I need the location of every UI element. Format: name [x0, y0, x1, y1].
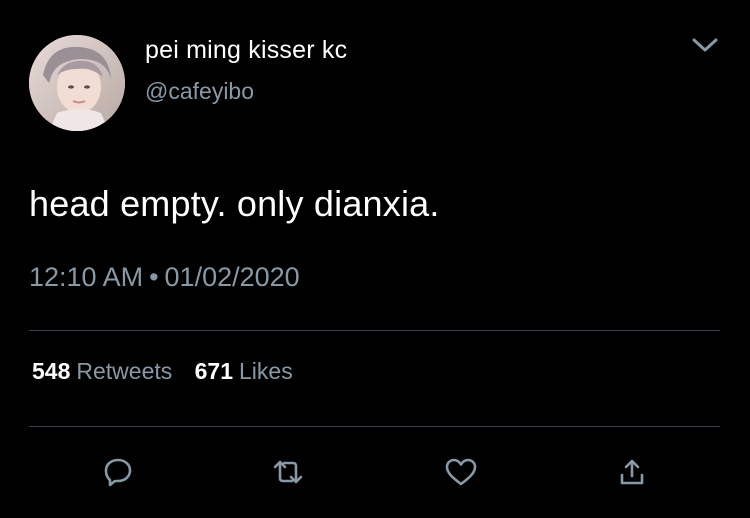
like-button[interactable] — [441, 452, 481, 492]
retweets-count: 548 — [32, 358, 71, 384]
likes-stat[interactable]: 671 Likes — [195, 358, 293, 385]
share-icon — [620, 459, 644, 485]
tweet-stats: 548 Retweets 671 Likes — [32, 358, 309, 385]
divider — [29, 330, 720, 331]
display-name[interactable]: pei ming kisser kc — [145, 36, 347, 65]
reply-icon — [104, 458, 132, 487]
chevron-down-icon[interactable] — [690, 34, 720, 56]
likes-count: 671 — [194, 358, 234, 384]
tweet-timestamp[interactable]: 12:10 AM • 01/02/2020 — [29, 262, 300, 293]
likes-label: Likes — [239, 358, 293, 384]
retweets-label: Retweets — [76, 358, 173, 384]
divider — [29, 426, 720, 427]
tweet-time: 12:10 AM — [29, 262, 144, 292]
reply-button[interactable] — [98, 452, 138, 492]
retweets-stat[interactable]: 548 Retweets — [32, 358, 172, 385]
like-icon — [445, 458, 477, 486]
retweet-icon — [273, 460, 303, 484]
avatar-photo — [29, 35, 125, 131]
avatar[interactable] — [29, 35, 125, 131]
share-button[interactable] — [612, 452, 652, 492]
user-handle[interactable]: @cafeyibo — [145, 78, 254, 105]
tweet-date: 01/02/2020 — [164, 262, 300, 292]
retweet-button[interactable] — [268, 452, 308, 492]
tweet-text: head empty. only dianxia. — [29, 183, 440, 224]
timestamp-separator: • — [149, 262, 159, 292]
